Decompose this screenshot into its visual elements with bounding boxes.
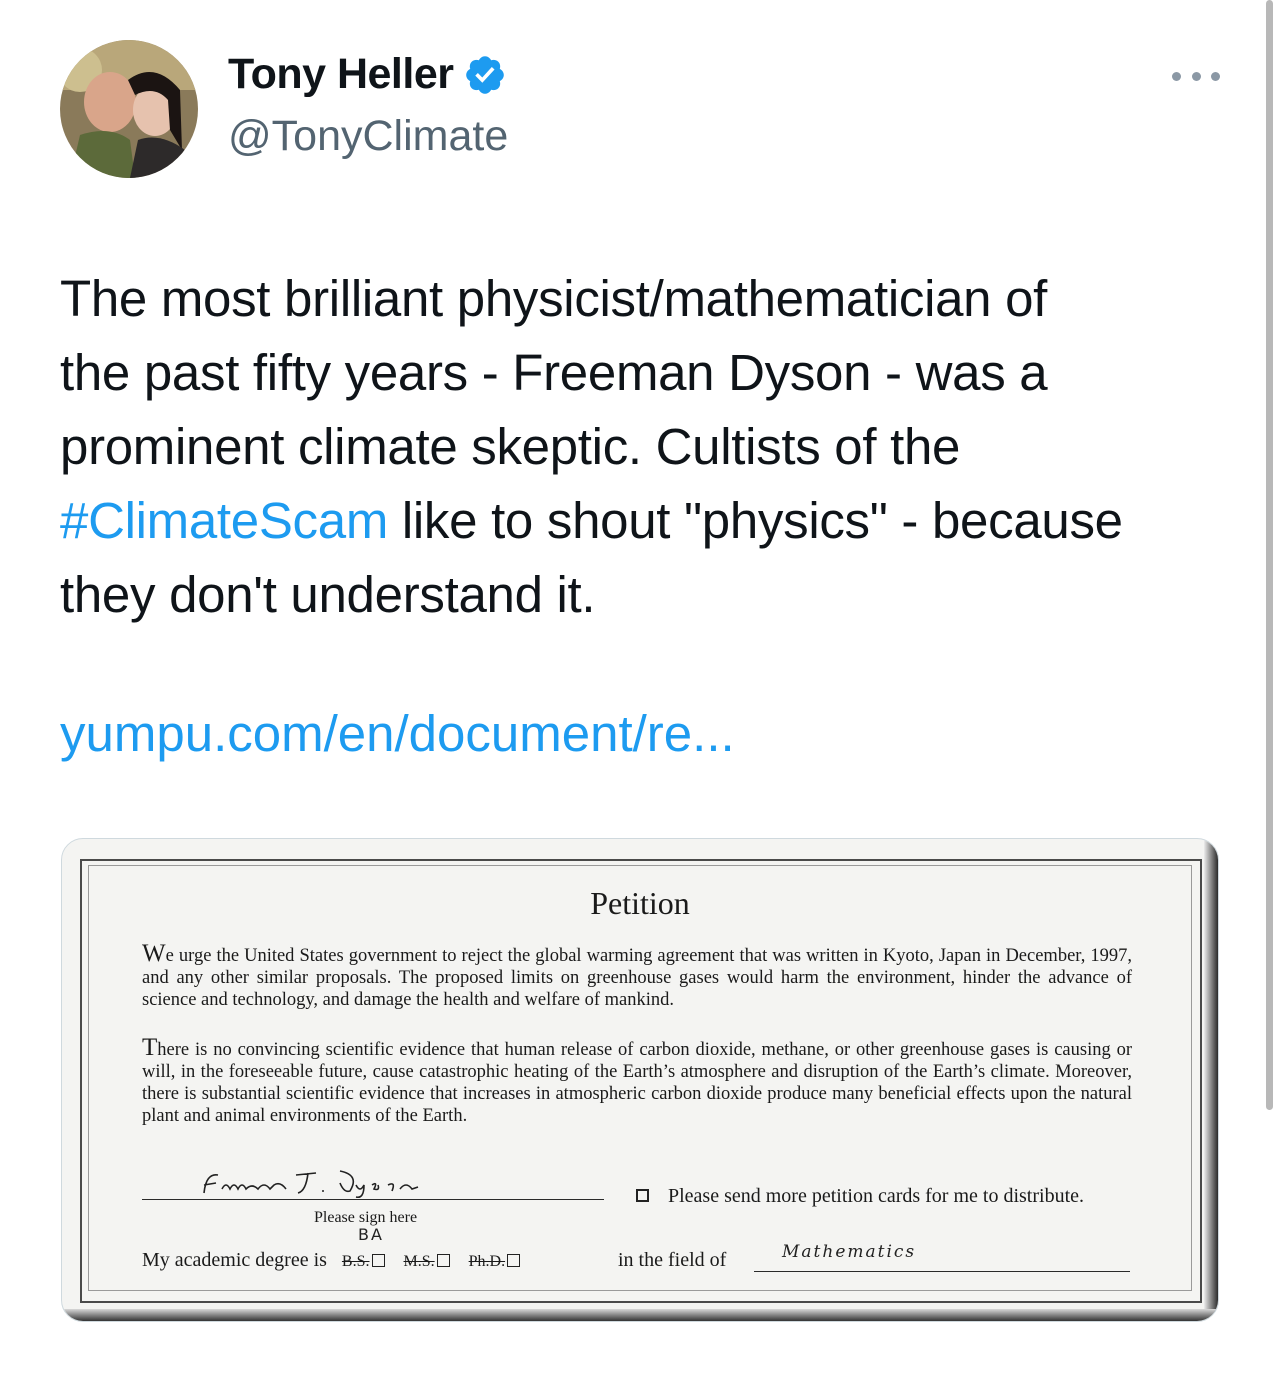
scrollbar[interactable] <box>1266 0 1273 1110</box>
author-name[interactable]: Tony Heller <box>228 50 454 99</box>
paragraph-text: here is no convincing scientific evidenc… <box>142 1040 1132 1126</box>
degree-option: M.S. <box>404 1253 450 1270</box>
tweet-line: the past fifty years - Freeman Dyson - w… <box>60 344 1048 401</box>
handwritten-signature <box>203 1170 419 1199</box>
tweet-line-rest: like to shout "physics" - because <box>388 492 1123 549</box>
handwritten-field: Mathematics <box>782 1242 917 1262</box>
petition-paragraph: There is no convincing scientific eviden… <box>142 1034 1132 1127</box>
tweet-media-image[interactable]: Petition We urge the United States gover… <box>61 838 1219 1322</box>
verified-badge-icon <box>466 55 505 94</box>
drop-letter: W <box>142 940 166 967</box>
degree-option: Ph.D. <box>469 1253 521 1270</box>
drop-letter: T <box>142 1034 158 1061</box>
handwritten-degree: BA <box>358 1225 384 1244</box>
more-options-icon[interactable] <box>1172 64 1220 88</box>
tweet-line: #ClimateScam like to shout "physics" - b… <box>60 484 1240 558</box>
field-label: in the field of <box>618 1249 727 1271</box>
tweet-text: The most brilliant physicist/mathematici… <box>60 262 1240 632</box>
field-line <box>754 1271 1130 1272</box>
send-cards-text: Please send more petition cards for me t… <box>668 1185 1085 1207</box>
author-handle[interactable]: @TonyClimate <box>228 112 508 161</box>
petition-title: Petition <box>590 885 690 921</box>
avatar[interactable] <box>60 40 198 178</box>
signature-line <box>142 1199 604 1200</box>
tweet-link[interactable]: yumpu.com/en/document/re... <box>60 702 735 766</box>
hashtag-link[interactable]: #ClimateScam <box>60 492 388 549</box>
media-edge-shadow <box>1204 839 1218 1321</box>
degree-option: B.S. <box>342 1253 385 1270</box>
tweet-line: The most brilliant physicist/mathematici… <box>60 270 1048 327</box>
petition-checkbox <box>636 1189 649 1202</box>
tweet-line: prominent climate skeptic. Cultists of t… <box>60 418 961 475</box>
degree-label: My academic degree is <box>142 1249 327 1271</box>
degree-row: My academic degree is B.S. M.S. Ph.D. <box>142 1249 534 1272</box>
paragraph-text: e urge the United States government to r… <box>142 946 1132 1010</box>
tweet-line: they don't understand it. <box>60 566 596 623</box>
petition-paragraph: We urge the United States government to … <box>142 940 1132 1011</box>
media-edge-shadow <box>62 1309 1218 1321</box>
